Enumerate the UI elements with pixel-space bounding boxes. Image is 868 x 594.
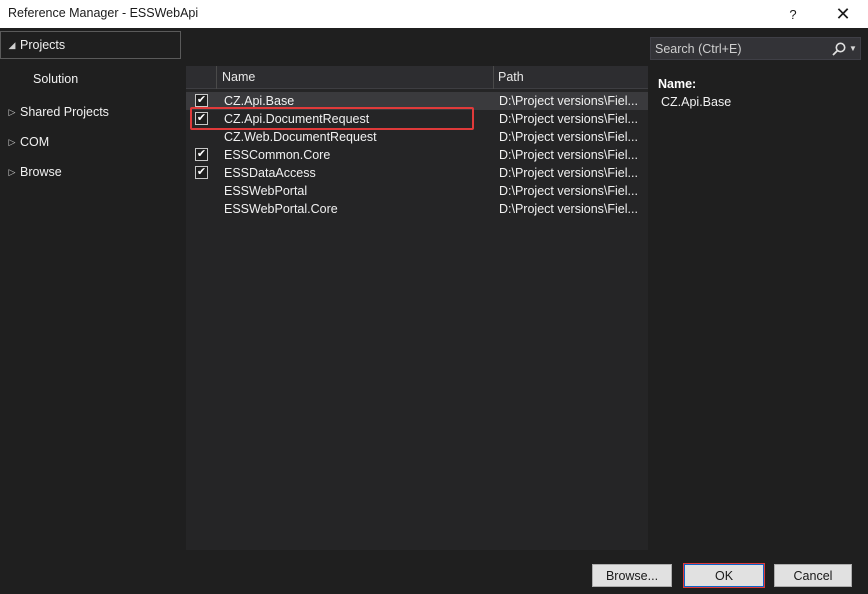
checkbox[interactable]: ✔	[195, 94, 208, 107]
project-name: ESSWebPortal.Core	[224, 202, 338, 216]
search-input[interactable]	[655, 40, 823, 57]
column-divider[interactable]	[493, 66, 494, 89]
search-options-chevron-icon[interactable]: ▼	[849, 40, 857, 57]
grid-header: Name Path	[186, 66, 648, 89]
ok-button[interactable]: OK	[684, 564, 764, 587]
project-path: D:\Project versions\Fiel...	[499, 130, 638, 144]
project-path: D:\Project versions\Fiel...	[499, 148, 638, 162]
project-name: CZ.Api.Base	[224, 94, 295, 108]
table-row[interactable]: ESSWebPortal D:\Project versions\Fiel...	[186, 182, 648, 200]
help-button[interactable]: ?	[770, 0, 816, 28]
table-row[interactable]: ✔ ESSDataAccess D:\Project versions\Fiel…	[186, 164, 648, 182]
project-path: D:\Project versions\Fiel...	[499, 166, 638, 180]
project-path: D:\Project versions\Fiel...	[499, 112, 638, 126]
browse-button[interactable]: Browse...	[592, 564, 672, 587]
project-name: CZ.Api.DocumentRequest	[224, 112, 370, 126]
cancel-button[interactable]: Cancel	[774, 564, 852, 587]
checkbox[interactable]: ✔	[195, 112, 208, 125]
nav-item-projects[interactable]: ◢ Projects	[0, 31, 181, 59]
window-title: Reference Manager - ESSWebApi	[8, 6, 199, 20]
collapsed-arrow-icon: ▷	[8, 106, 16, 117]
details-pane: Name: CZ.Api.Base	[658, 77, 858, 109]
nav-item-label: Projects	[20, 38, 66, 52]
project-path: D:\Project versions\Fiel...	[499, 94, 638, 108]
category-nav: ◢ Projects Solution ▷ Shared Projects ▷ …	[0, 28, 184, 553]
project-path: D:\Project versions\Fiel...	[499, 202, 638, 216]
nav-item-browse[interactable]: ▷ Browse	[0, 159, 62, 185]
nav-item-label: COM	[20, 135, 50, 149]
project-name: ESSDataAccess	[224, 166, 316, 180]
projects-grid: Name Path ✔ CZ.Api.Base D:\Project versi…	[186, 66, 648, 550]
nav-item-label: Browse	[20, 165, 62, 179]
column-divider[interactable]	[216, 66, 217, 89]
project-name: ESSWebPortal	[224, 184, 308, 198]
checkbox[interactable]: ✔	[195, 148, 208, 161]
project-path: D:\Project versions\Fiel...	[499, 184, 638, 198]
dialog-footer: Browse... OK Cancel	[0, 555, 868, 594]
nav-item-label: Shared Projects	[20, 105, 109, 119]
nav-item-com[interactable]: ▷ COM	[0, 129, 50, 155]
nav-item-shared-projects[interactable]: ▷ Shared Projects	[0, 99, 109, 125]
project-name: ESSCommon.Core	[224, 148, 331, 162]
column-header-path[interactable]: Path	[498, 66, 524, 89]
project-name: CZ.Web.DocumentRequest	[224, 130, 377, 144]
table-row[interactable]: CZ.Web.DocumentRequest D:\Project versio…	[186, 128, 648, 146]
checkbox[interactable]: ✔	[195, 166, 208, 179]
nav-item-label: Solution	[33, 72, 79, 86]
nav-item-solution[interactable]: Solution	[0, 66, 78, 92]
search-box[interactable]: ▼	[650, 37, 861, 60]
dialog-client: ◢ Projects Solution ▷ Shared Projects ▷ …	[0, 28, 868, 594]
detail-name-label: Name:	[658, 77, 697, 91]
expanded-arrow-icon: ◢	[8, 39, 16, 50]
collapsed-arrow-icon: ▷	[8, 166, 16, 177]
table-row[interactable]: ✔ CZ.Api.Base D:\Project versions\Fiel..…	[186, 92, 648, 110]
column-header-name[interactable]: Name	[222, 66, 255, 89]
title-bar: Reference Manager - ESSWebApi ? ✕	[0, 0, 868, 28]
collapsed-arrow-icon: ▷	[8, 136, 16, 147]
close-button[interactable]: ✕	[820, 0, 866, 28]
table-row[interactable]: ✔ ESSCommon.Core D:\Project versions\Fie…	[186, 146, 648, 164]
search-icon[interactable]	[831, 41, 847, 57]
detail-name-value: CZ.Api.Base	[661, 95, 732, 109]
table-row[interactable]: ESSWebPortal.Core D:\Project versions\Fi…	[186, 200, 648, 218]
table-row[interactable]: ✔ CZ.Api.DocumentRequest D:\Project vers…	[186, 110, 648, 128]
